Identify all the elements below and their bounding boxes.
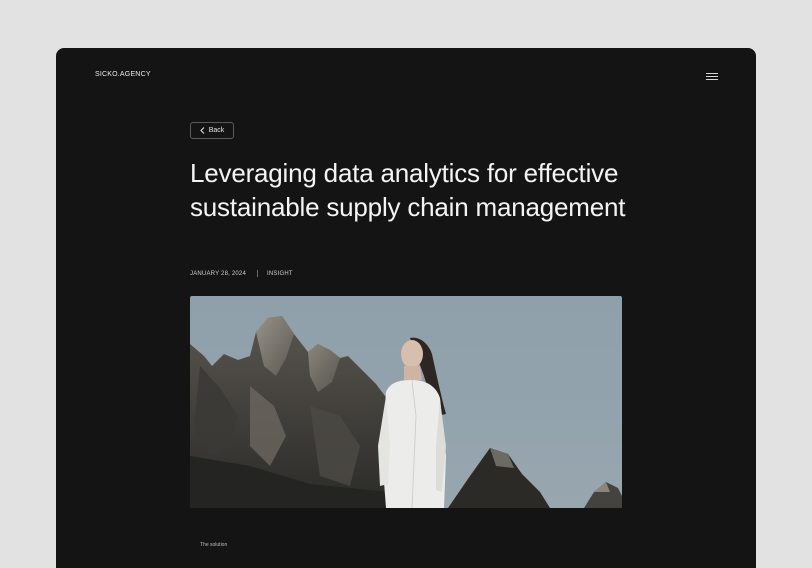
- hero-image: [190, 296, 622, 508]
- section-label: The solution: [200, 542, 228, 548]
- article-title: Leveraging data analytics for effective …: [190, 158, 626, 222]
- article-meta: JANUARY 28, 2024 INSIGHT: [190, 270, 293, 277]
- brand-logo[interactable]: SICKO.AGENCY: [95, 71, 151, 78]
- article-category[interactable]: INSIGHT: [267, 271, 293, 277]
- hero-illustration: [190, 316, 622, 508]
- meta-divider: [257, 270, 259, 277]
- back-button[interactable]: Back: [190, 122, 234, 139]
- back-button-label: Back: [208, 127, 225, 134]
- browser-window: SICKO.AGENCY Back Leveraging data analyt…: [56, 48, 756, 568]
- chevron-left-icon: [200, 127, 205, 134]
- hamburger-menu-icon[interactable]: [706, 73, 718, 81]
- article-date: JANUARY 28, 2024: [190, 270, 247, 277]
